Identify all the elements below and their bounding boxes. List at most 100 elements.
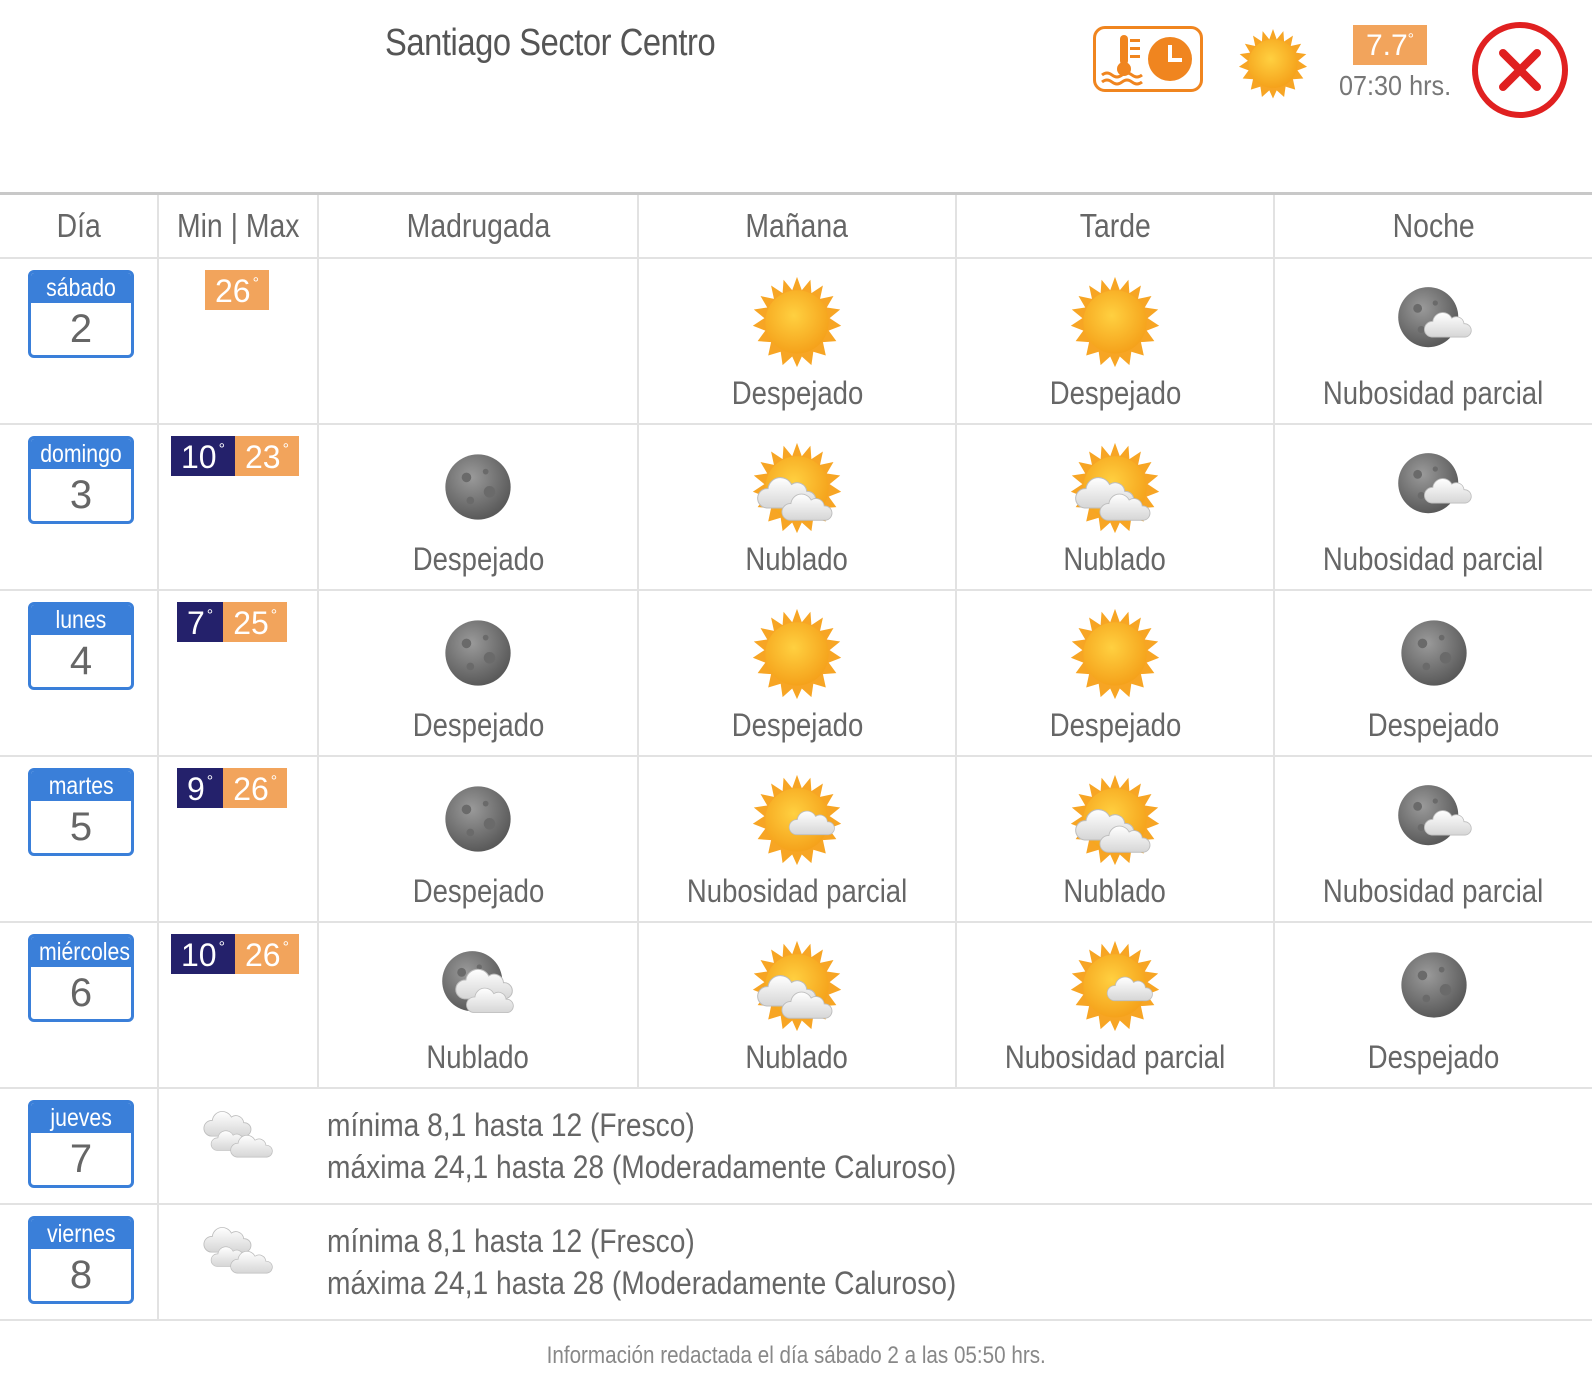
period-label: Nublado [745,1039,849,1075]
period-label: Despejado [412,707,544,743]
day-number: 3 [69,473,93,517]
table-row: viernes 8 mínima 8,1 hasta 12 (Fresco) m… [0,1204,1592,1321]
min-temp: 7 ° [177,602,224,642]
period-cell-madrugada: Nublado [318,922,639,1089]
day-name: sábado [31,273,131,303]
period-label: Despejado [1367,707,1500,743]
period-label: Nubosidad parcial [1323,541,1544,577]
period-cell-noche: Nubosidad parcial [1274,424,1592,591]
min-temp: 10 ° [171,934,235,974]
table-row: miércoles 6 10 ° 26 ° Nublado Nublado Nubos… [0,922,1592,1089]
minmax-cell: 7 ° 25 ° [158,590,319,757]
day-number: 5 [69,805,93,849]
period-cell-tarde: Nubosidad parcial [956,922,1275,1089]
current-time: 07:30 hrs. [1339,70,1452,101]
day-cell: martes 5 [0,756,159,923]
col-header-minmax: Min | Max [158,195,319,259]
day-name: viernes [31,1219,131,1249]
day-name: martes [31,771,131,801]
sun-cloudy-icon [749,439,845,535]
moon-partly-cloudy-icon [1386,273,1482,369]
calendar-icon: miércoles 6 [28,934,134,1022]
max-temp: 23 ° [235,436,299,476]
period-label: Nubosidad parcial [1323,375,1544,411]
close-icon[interactable] [1470,20,1570,120]
extended-forecast-text: mínima 8,1 hasta 12 (Fresco) máxima 24,1… [317,1220,1592,1304]
moon-cloudy-icon [430,937,526,1033]
day-name: lunes [31,605,131,635]
sun-cloudy-icon [1067,771,1163,867]
moon-icon [430,439,526,535]
min-temp: 10 ° [171,436,235,476]
day-cell: sábado 2 [0,258,159,425]
max-temp: 26 ° [205,270,269,310]
period-label: Nublado [1063,541,1167,577]
sun-icon [749,273,845,369]
forecast-table: Día Min | Max Madrugada Mañana Tarde Noc… [0,195,1592,1321]
period-cell-noche: Nubosidad parcial [1274,258,1592,425]
table-row: lunes 4 7 ° 25 ° Despejado Despejado Despej… [0,590,1592,757]
day-number: 8 [69,1253,93,1297]
sun-partly-cloudy-icon [749,771,845,867]
day-number: 6 [69,971,93,1015]
period-label: Despejado [412,541,544,577]
period-label: Despejado [731,707,863,743]
moon-icon [430,771,526,867]
col-header-noche: Noche [1274,195,1592,259]
moon-icon [430,605,526,701]
calendar-icon: domingo 3 [28,436,134,524]
table-row: martes 5 9 ° 26 ° Despejado Nubosidad parci… [0,756,1592,923]
max-temp: 25 ° [223,602,288,642]
day-number: 4 [69,639,93,683]
sun-cloudy-icon [1067,439,1163,535]
close-button[interactable] [1470,20,1570,120]
minmax-cell: 26 ° [158,258,319,425]
table-row: domingo 3 10 ° 23 ° Despejado Nublado Nubla… [0,424,1592,591]
temp-badges: 26 ° [205,270,269,310]
day-name: domingo [31,439,131,469]
day-cell: domingo 3 [0,424,159,591]
min-forecast-line: mínima 8,1 hasta 12 (Fresco) [327,1223,695,1259]
moon-partly-cloudy-icon [1386,439,1482,535]
temp-badges: 10 ° 26 ° [171,934,299,974]
minmax-cell: 9 ° 26 ° [158,756,319,923]
col-header-manana: Mañana [638,195,957,259]
day-number: 2 [69,307,93,351]
period-cell-madrugada [318,258,639,425]
table-row: jueves 7 mínima 8,1 hasta 12 (Fresco) má… [0,1088,1592,1205]
thermometer-clock-icon[interactable] [1093,26,1203,92]
max-temp: 26 ° [223,768,288,808]
temp-badges: 10 ° 23 ° [171,436,299,476]
period-label: Nubosidad parcial [1323,873,1544,909]
day-cell: miércoles 6 [0,922,159,1089]
clouds-icon [194,1219,286,1299]
clouds-icon [194,1103,286,1183]
current-temp-badge: 7.7° [1353,25,1427,65]
period-label: Nublado [745,541,849,577]
day-cell: viernes 8 [0,1204,159,1321]
period-cell-manana: Despejado [638,258,957,425]
max-forecast-line: máxima 24,1 hasta 28 (Moderadamente Calu… [327,1265,957,1301]
col-header-madrugada: Madrugada [318,195,639,259]
period-cell-madrugada: Despejado [318,424,639,591]
calendar-icon: martes 5 [28,768,134,856]
period-cell-manana: Nublado [638,424,957,591]
calendar-icon: sábado 2 [28,270,134,358]
period-label: Despejado [731,375,863,411]
period-label: Nubosidad parcial [686,873,908,909]
period-cell-manana: Nubosidad parcial [638,756,957,923]
extended-cell: mínima 8,1 hasta 12 (Fresco) máxima 24,1… [158,1088,1592,1205]
period-label: Despejado [1367,1039,1500,1075]
sun-icon [1236,26,1310,100]
sun-icon [1067,273,1163,369]
sun-icon [749,605,845,701]
period-label: Despejado [412,873,544,909]
moon-partly-cloudy-icon [1386,771,1482,867]
minmax-cell: 10 ° 23 ° [158,424,319,591]
max-forecast-line: máxima 24,1 hasta 28 (Moderadamente Calu… [327,1149,957,1185]
period-cell-noche: Despejado [1274,590,1592,757]
sun-cloudy-icon [749,937,845,1033]
period-cell-noche: Nubosidad parcial [1274,756,1592,923]
day-name: jueves [31,1103,131,1133]
calendar-icon: jueves 7 [28,1100,134,1188]
